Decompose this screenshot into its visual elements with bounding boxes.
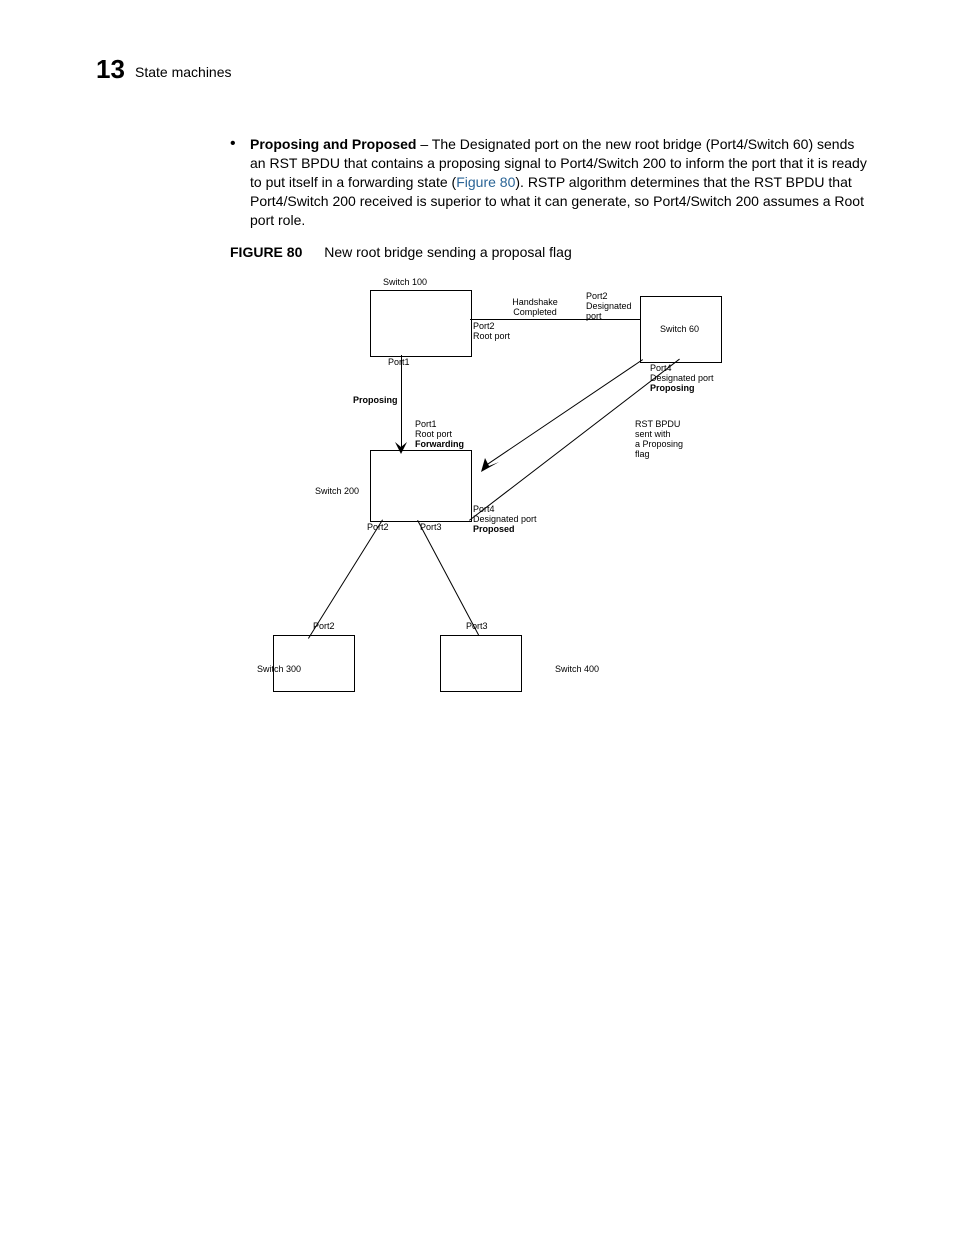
arrowhead-down-icon xyxy=(393,442,409,454)
figure-title: New root bridge sending a proposal flag xyxy=(324,244,572,260)
switch-200-label: Switch 200 xyxy=(315,487,359,497)
sw60-port2-c: port xyxy=(586,312,602,322)
switch-100-label: Switch 100 xyxy=(383,278,427,288)
term: Proposing and Proposed xyxy=(250,136,416,152)
sw100-port2-b: Root port xyxy=(473,332,510,342)
body-paragraph: Proposing and Proposed – The Designated … xyxy=(250,135,870,229)
sw200-port4-c: Proposed xyxy=(473,525,515,535)
sw100-port1: Port1 xyxy=(388,358,410,368)
line-sw60-arrow xyxy=(487,359,643,465)
diagram: Switch 100 Switch 60 Switch 200 Switch 3… xyxy=(255,270,725,710)
chapter-number: 13 xyxy=(96,54,125,85)
switch-400-label: Switch 400 xyxy=(555,665,599,675)
line-sw200-sw400 xyxy=(417,520,479,635)
switch-400-box xyxy=(440,635,522,692)
figure-label: FIGURE 80 xyxy=(230,244,302,260)
line-sw100-sw200 xyxy=(401,355,402,450)
line-sw200-sw300 xyxy=(308,519,383,638)
rst-d: flag xyxy=(635,450,650,460)
switch-60-label: Switch 60 xyxy=(660,325,699,335)
line-sw100-sw60 xyxy=(470,319,640,320)
proposing-side-label: Proposing xyxy=(353,396,398,406)
section-title: State machines xyxy=(135,64,232,80)
switch-200-box xyxy=(370,450,472,522)
sw200-port1-c: Forwarding xyxy=(415,440,464,450)
switch-300-label: Switch 300 xyxy=(257,665,301,675)
bullet-icon: • xyxy=(230,135,236,153)
sw60-port4-c: Proposing xyxy=(650,384,695,394)
figure-ref-link[interactable]: Figure 80 xyxy=(456,174,515,190)
figure-caption: FIGURE 80 New root bridge sending a prop… xyxy=(230,244,572,260)
switch-100-box xyxy=(370,290,472,357)
handshake-b: Completed xyxy=(505,308,565,318)
arrowhead-diag-icon xyxy=(481,458,499,472)
